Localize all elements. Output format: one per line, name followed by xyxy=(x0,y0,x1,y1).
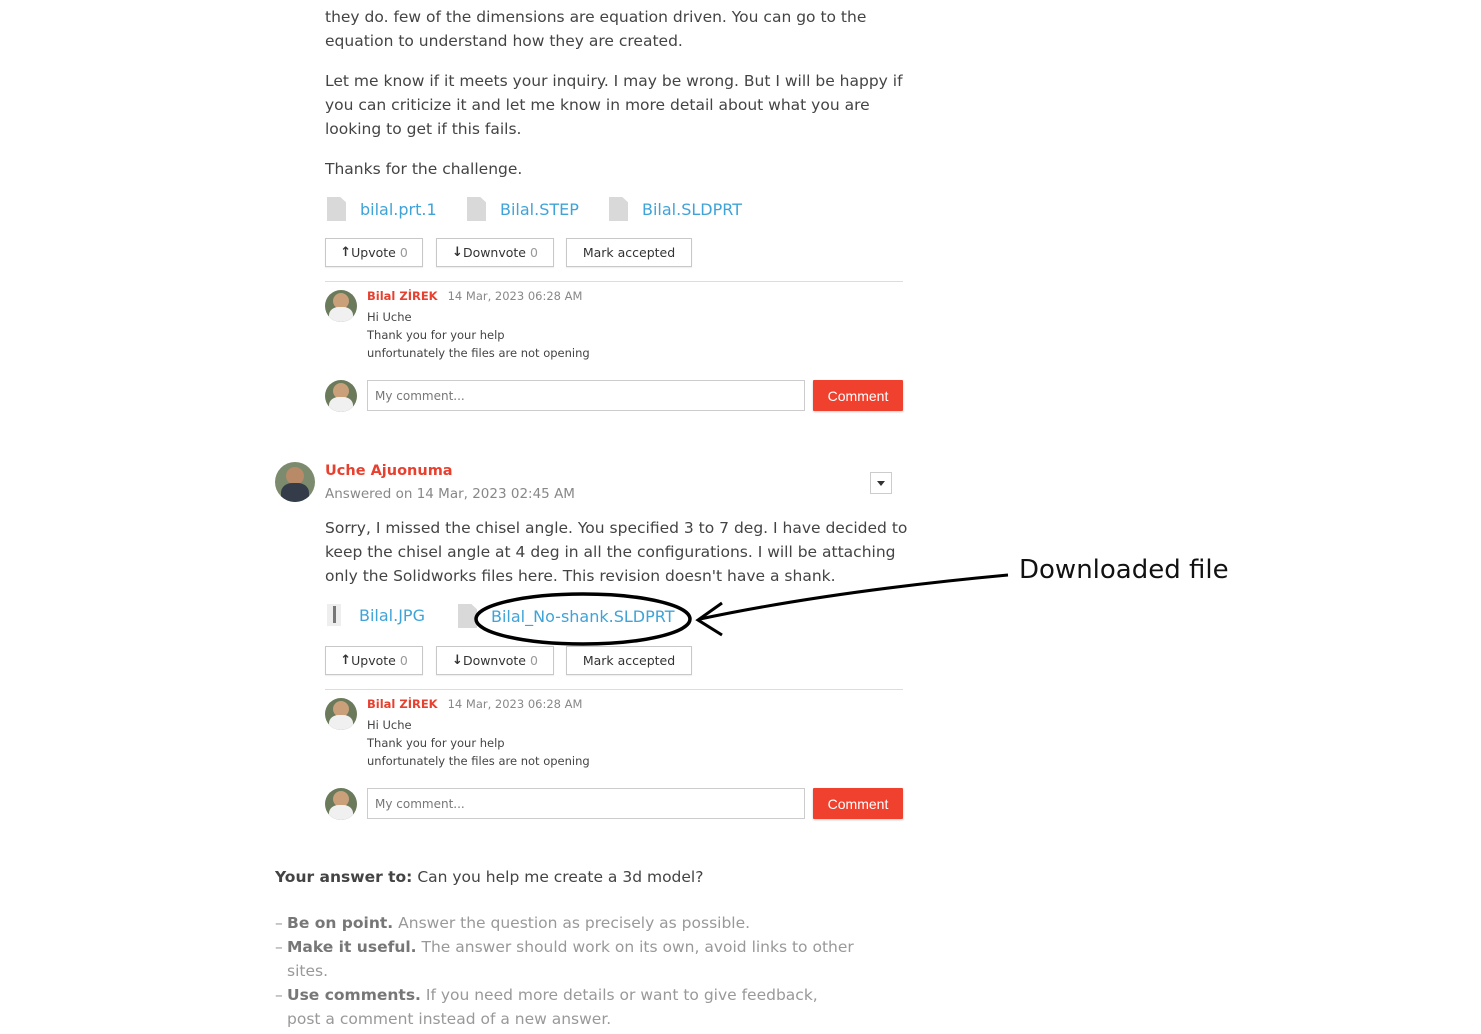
answer-tips: – Be on point. Answer the question as pr… xyxy=(275,911,885,1031)
highlight-ellipse xyxy=(474,592,692,646)
tip-item: – Be on point. Answer the question as pr… xyxy=(275,914,751,932)
annotation-arrow-line xyxy=(699,573,1009,621)
annotation-overlay xyxy=(474,573,1009,646)
your-answer-heading: Your answer to: Can you help me create a… xyxy=(275,868,703,886)
annotation-arrow-head xyxy=(695,601,723,637)
tip-bold: Be on point. xyxy=(287,914,394,932)
tip-text: Answer the question as precisely as poss… xyxy=(398,914,751,932)
tip-bold: Use comments. xyxy=(287,986,421,1004)
tip-item: – Make it useful. The answer should work… xyxy=(275,938,854,980)
your-answer-prefix: Your answer to: xyxy=(275,868,413,886)
question-title: Can you help me create a 3d model? xyxy=(417,868,704,886)
tip-item: – Use comments. If you need more details… xyxy=(275,986,818,1028)
annotation-label: Downloaded file xyxy=(1019,555,1229,585)
tip-bold: Make it useful. xyxy=(287,938,417,956)
